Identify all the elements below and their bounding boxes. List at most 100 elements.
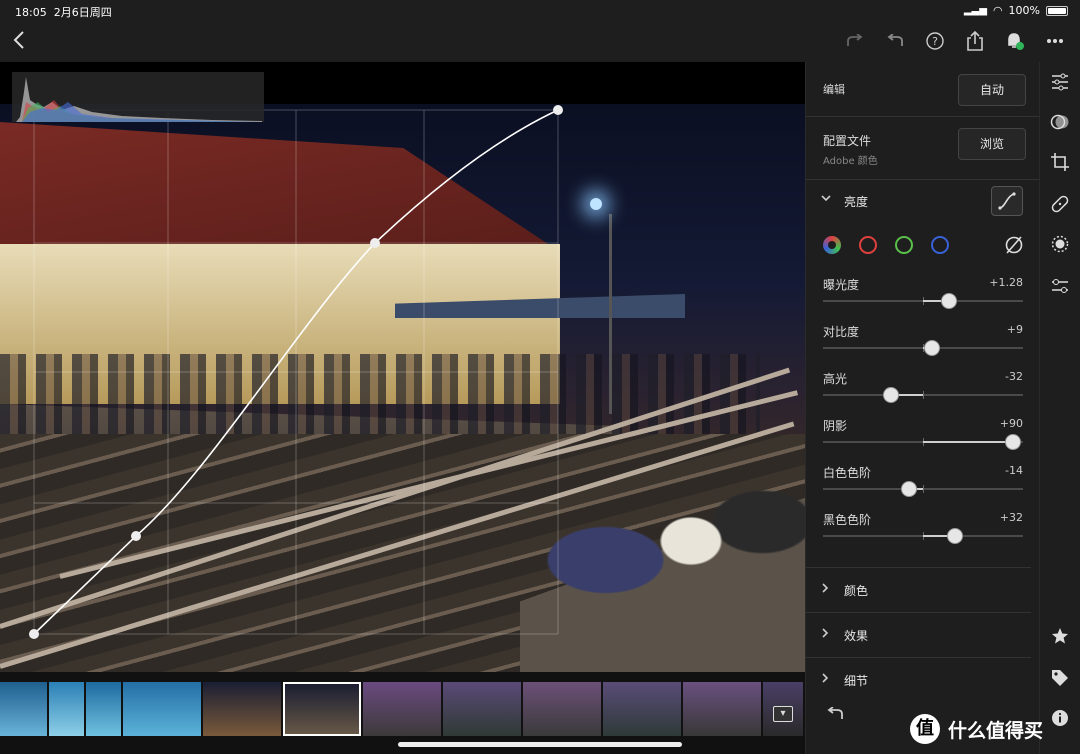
- slider-track[interactable]: [823, 434, 1023, 450]
- reset-icon[interactable]: [826, 706, 844, 725]
- undo-icon[interactable]: [884, 30, 906, 52]
- chevron-right-icon: [820, 582, 830, 597]
- slider-value[interactable]: +9: [1007, 323, 1023, 336]
- slider-label: 黑色色阶: [823, 513, 872, 527]
- thumbnail-list: [0, 682, 803, 736]
- presets-icon[interactable]: [1048, 110, 1072, 134]
- filmstrip-thumbnail[interactable]: [683, 682, 761, 736]
- mask-icon[interactable]: [1048, 232, 1072, 256]
- filmstrip-thumbnail[interactable]: [123, 682, 201, 736]
- status-time: 18:05 2月6日周四: [15, 6, 112, 19]
- auto-button[interactable]: 自动: [958, 74, 1026, 106]
- red-channel-icon[interactable]: [859, 236, 877, 254]
- filmstrip-thumbnail[interactable]: [0, 682, 47, 736]
- section-header[interactable]: 颜色: [806, 570, 1040, 613]
- adjust-icon[interactable]: [1048, 70, 1072, 94]
- edit-panel: 编辑 自动 配置文件 Adobe 颜色 浏览 亮度 曝光度 +1.28 对比度 +9 高…: [805, 62, 1040, 754]
- section-header[interactable]: 细节: [806, 660, 1040, 700]
- tone-curve-overlay[interactable]: [0, 62, 805, 672]
- filmstrip-thumbnail[interactable]: [49, 682, 84, 736]
- slider-fill: [923, 441, 1013, 443]
- filmstrip-thumbnail[interactable]: [603, 682, 681, 736]
- divider: [806, 116, 1040, 117]
- browse-button[interactable]: 浏览: [958, 128, 1026, 160]
- curve-point: [370, 238, 380, 248]
- chevron-right-icon: [820, 627, 830, 642]
- top-icons: ?: [844, 30, 1066, 52]
- tag-icon[interactable]: [1048, 666, 1072, 690]
- green-channel-icon[interactable]: [895, 236, 913, 254]
- curve-point: [131, 531, 141, 541]
- tool-column: [1039, 62, 1080, 754]
- edit-label: 编辑: [823, 83, 845, 96]
- curve-point: [553, 105, 563, 115]
- composite-channel-icon[interactable]: [823, 236, 841, 254]
- filter-icon[interactable]: ▾: [773, 706, 793, 722]
- slider-value[interactable]: +32: [1000, 511, 1023, 524]
- slider-row: 阴影 +90: [806, 417, 1040, 461]
- slider-row: 黑色色阶 +32: [806, 511, 1040, 555]
- slider-knob[interactable]: [883, 387, 899, 403]
- slider-knob[interactable]: [940, 293, 957, 309]
- section-header[interactable]: 效果: [806, 615, 1040, 658]
- more-icon[interactable]: [1044, 30, 1066, 52]
- slider-track[interactable]: [823, 293, 1023, 309]
- tone-curve-button[interactable]: [991, 186, 1023, 216]
- filmstrip-thumbnail[interactable]: [86, 682, 121, 736]
- slider-track[interactable]: [823, 528, 1023, 544]
- status-right: ▂▃▅ ◠ 100%: [964, 4, 1068, 17]
- svg-text:?: ?: [932, 35, 938, 48]
- battery-percent: 100%: [1008, 4, 1040, 17]
- share-icon[interactable]: [964, 30, 986, 52]
- signal-icon: ▂▃▅: [963, 5, 987, 16]
- chevron-left-icon[interactable]: [12, 30, 26, 56]
- slider-row: 曝光度 +1.28: [806, 276, 1040, 320]
- curve-visibility-icon[interactable]: [1003, 235, 1025, 259]
- filmstrip-thumbnail[interactable]: [203, 682, 281, 736]
- slider-value[interactable]: +1.28: [989, 276, 1023, 289]
- slider-value[interactable]: -14: [1005, 464, 1023, 477]
- slider-label: 对比度: [823, 325, 860, 339]
- chevron-down-icon: [820, 192, 832, 208]
- help-icon[interactable]: ?: [924, 30, 946, 52]
- filmstrip-thumbnail[interactable]: [283, 682, 361, 736]
- slider-row: 高光 -32: [806, 370, 1040, 414]
- slider-label: 曝光度: [823, 278, 860, 292]
- notification-icon[interactable]: [1004, 30, 1026, 52]
- slider-label: 高光: [823, 372, 848, 386]
- slider-knob[interactable]: [924, 340, 940, 356]
- status-bar: 18:05 2月6日周四 ▂▃▅ ◠ 100%: [0, 0, 1080, 22]
- histogram: [12, 72, 264, 122]
- slider-value[interactable]: -32: [1005, 370, 1023, 383]
- slider-knob[interactable]: [901, 481, 917, 497]
- light-section-header[interactable]: 亮度: [806, 186, 1040, 216]
- slider-track[interactable]: [823, 340, 1023, 356]
- slider-center-mark: [923, 391, 924, 399]
- slider-label: 阴影: [823, 419, 848, 433]
- star-icon[interactable]: [1048, 624, 1072, 648]
- heal-icon[interactable]: [1048, 192, 1072, 216]
- battery-icon: [1046, 5, 1068, 16]
- versions-icon[interactable]: [1048, 274, 1072, 298]
- slider-track[interactable]: [823, 481, 1023, 497]
- watermark-text: 什么值得买: [948, 719, 1044, 742]
- blue-channel-icon[interactable]: [931, 236, 949, 254]
- slider-track[interactable]: [823, 387, 1023, 403]
- slider-value[interactable]: +90: [1000, 417, 1023, 430]
- slider-knob[interactable]: [1005, 434, 1021, 450]
- divider: [806, 567, 1031, 568]
- redo-icon[interactable]: [844, 30, 866, 52]
- photo-canvas[interactable]: [0, 62, 805, 702]
- filmstrip-thumbnail[interactable]: [523, 682, 601, 736]
- curve-channels: [823, 236, 1028, 260]
- section-title: 颜色: [844, 584, 869, 598]
- chevron-right-icon: [820, 672, 830, 687]
- crop-icon[interactable]: [1048, 150, 1072, 174]
- watermark-logo: 值: [910, 714, 940, 744]
- slider-knob[interactable]: [947, 528, 963, 544]
- filmstrip-thumbnail[interactable]: [363, 682, 441, 736]
- curve-point: [29, 629, 39, 639]
- filmstrip-thumbnail[interactable]: [443, 682, 521, 736]
- profile-label: 配置文件: [823, 134, 872, 148]
- wifi-icon: ◠: [992, 4, 1003, 17]
